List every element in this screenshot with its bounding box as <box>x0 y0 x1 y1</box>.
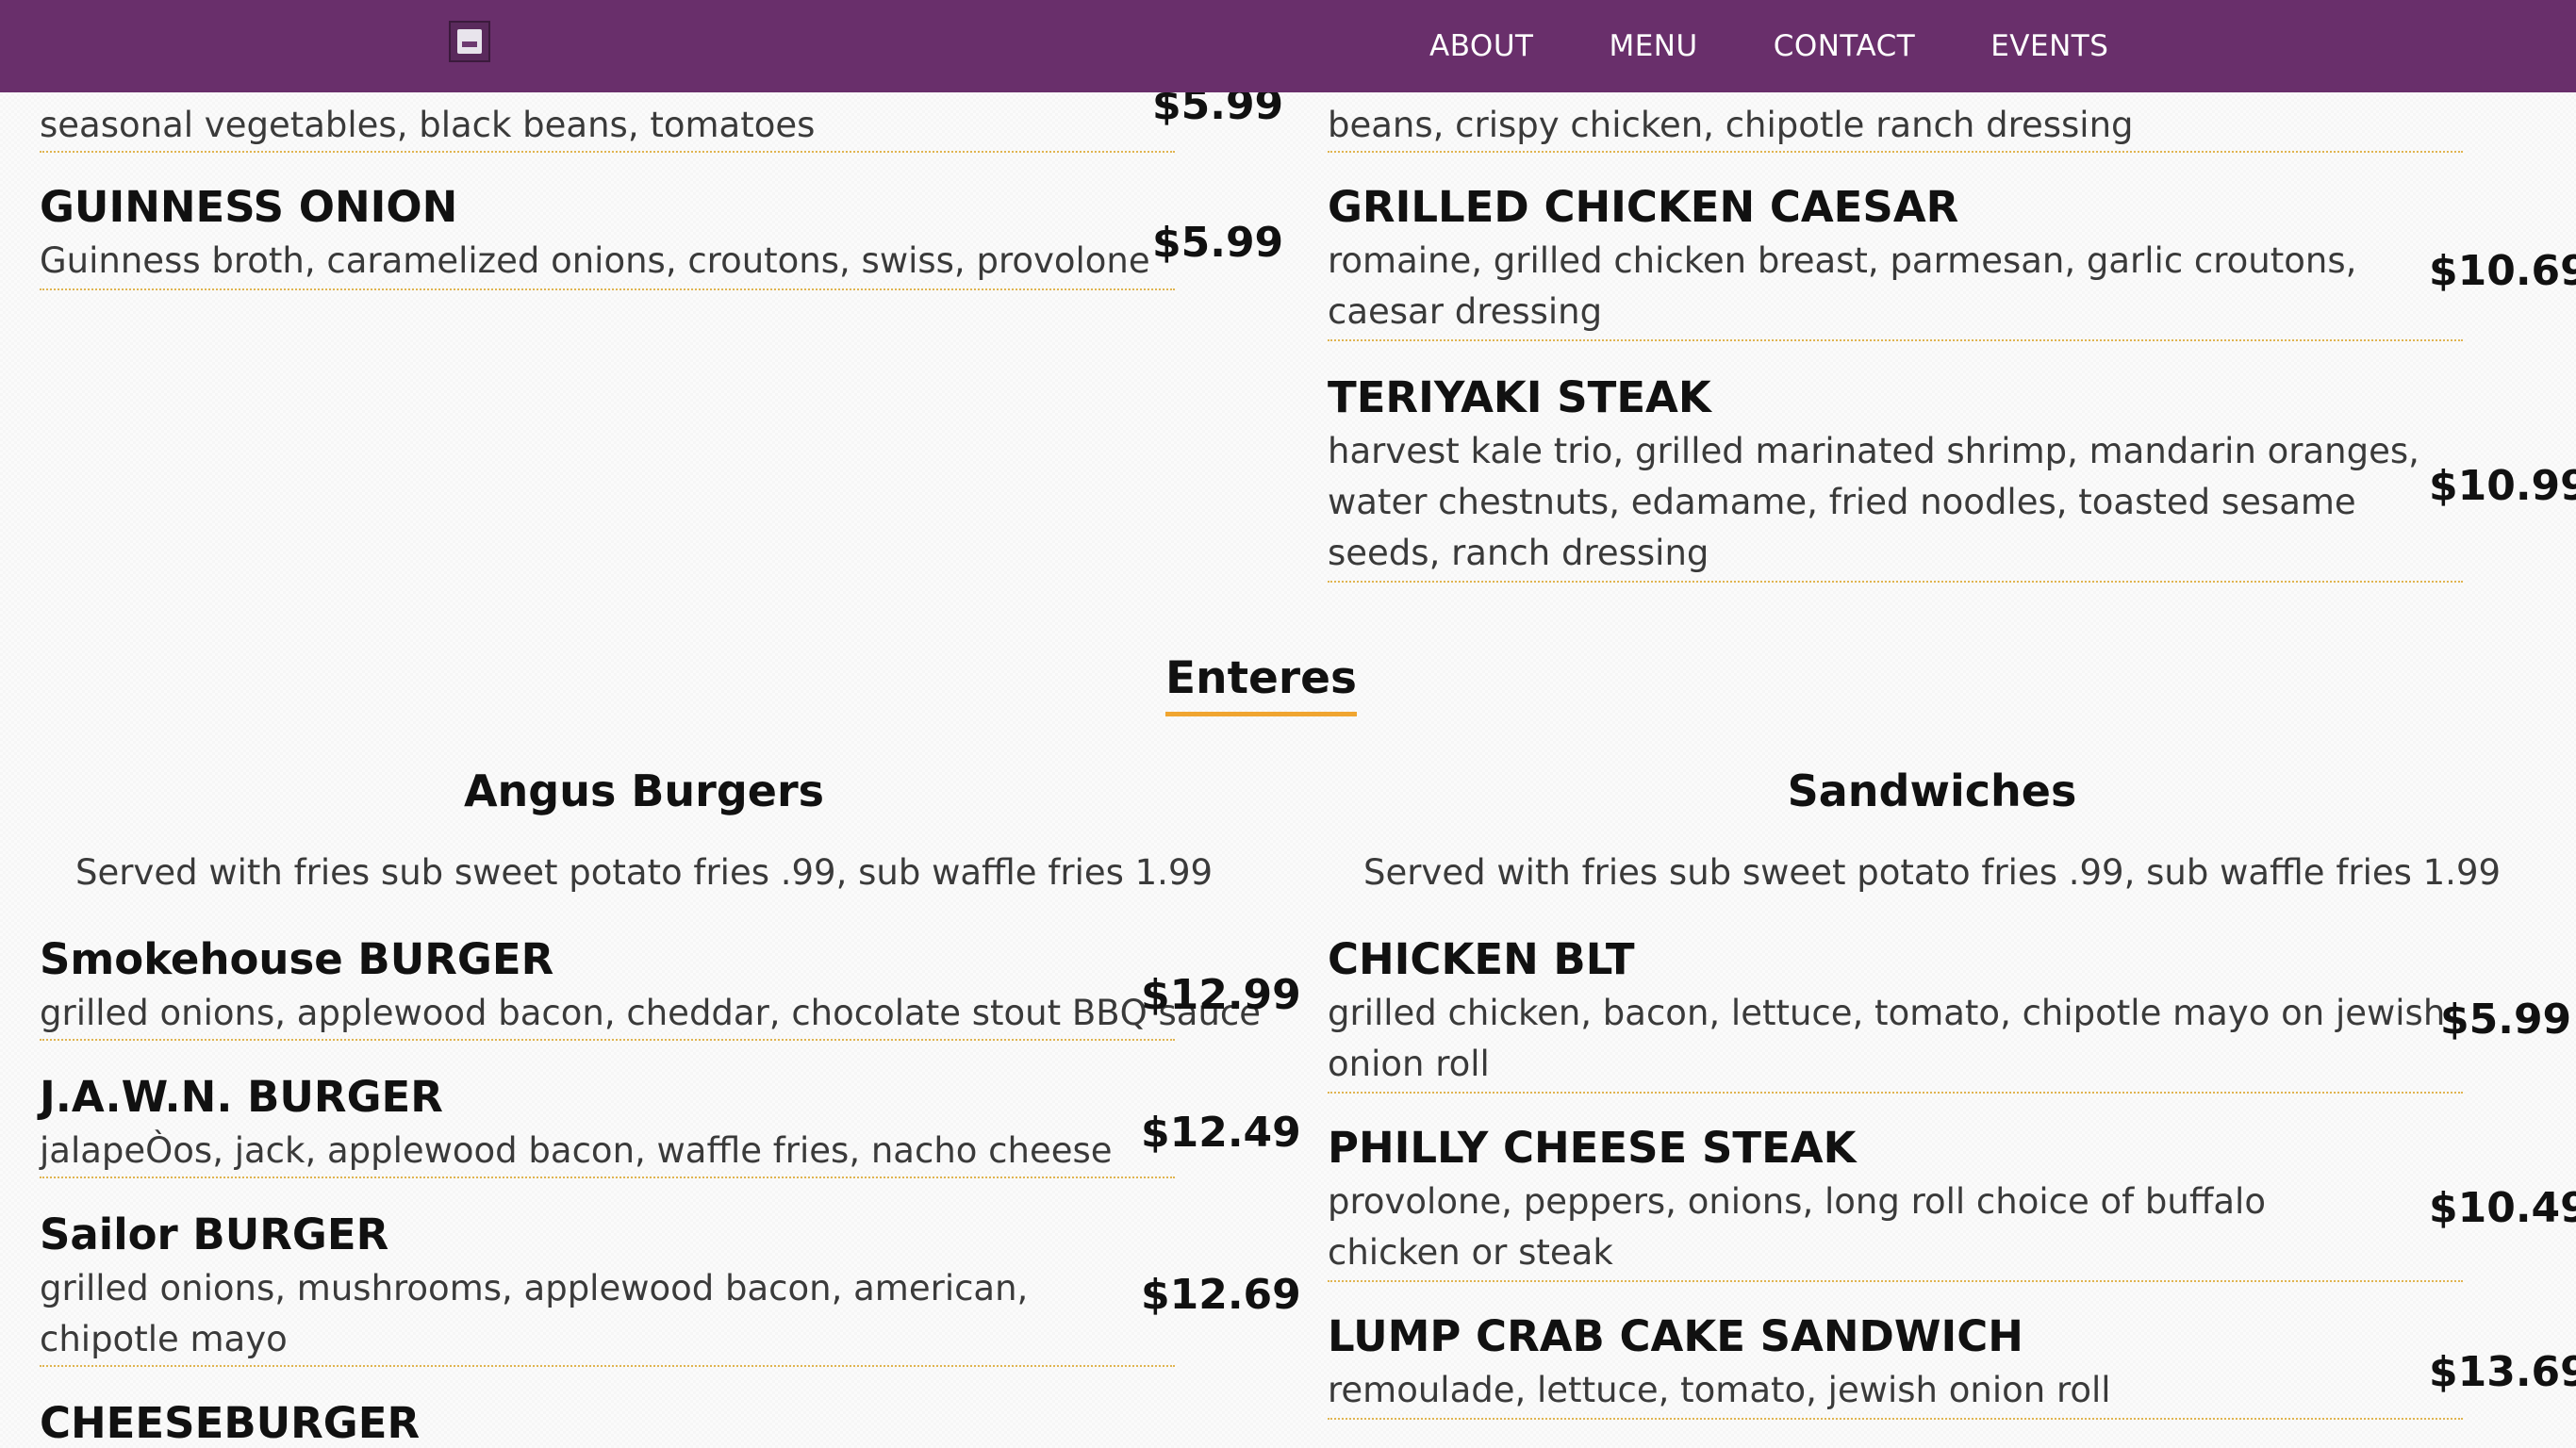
nav-link-events[interactable]: EVENTS <box>1990 29 2108 63</box>
item-name: LUMP CRAB CAKE SANDWICH <box>1328 1311 2023 1361</box>
nav-link-contact[interactable]: CONTACT <box>1774 29 1916 63</box>
item-price: $12.99 <box>1141 971 1301 1019</box>
item-name: GRILLED CHICKEN CAESAR <box>1328 182 1959 232</box>
item-price: $13.69 <box>2429 1348 2576 1396</box>
item-price: $5.99 <box>1152 219 1284 267</box>
menu-item-jawn-burger: J.A.W.N. BURGER jalapeÒos, jack, applewo… <box>40 1069 1175 1178</box>
menu-item-sailor-burger: Sailor BURGER grilled onions, mushrooms,… <box>40 1207 1175 1367</box>
item-description: romaine, grilled chicken breast, parmesa… <box>1328 240 2357 332</box>
item-name: Sailor BURGER <box>40 1209 389 1259</box>
item-description: jalapeÒos, jack, applewood bacon, waffle… <box>40 1130 1113 1171</box>
menu-item-partial-right: beans, crispy chicken, chipotle ranch dr… <box>1328 100 2463 153</box>
item-price: $10.69 <box>2429 247 2576 295</box>
item-price: $5.99 <box>2440 996 2572 1044</box>
category-note-sandwiches: Served with fries sub sweet potato fries… <box>1362 852 2502 893</box>
item-name: CHICKEN BLT <box>1328 934 1635 984</box>
item-description: grilled chicken, bacon, lettuce, tomato,… <box>1328 993 2446 1084</box>
category-title-burgers: Angus Burgers <box>463 765 825 816</box>
menu-item-teriyaki-steak: TERIYAKI STEAK harvest kale trio, grille… <box>1328 370 2463 583</box>
menu-item-chicken-blt: CHICKEN BLT grilled chicken, bacon, lett… <box>1328 931 2463 1094</box>
menu-item-smokehouse-burger: Smokehouse BURGER grilled onions, applew… <box>40 931 1262 1041</box>
nav-link-about[interactable]: ABOUT <box>1429 29 1533 63</box>
section-title-entrees: Enteres <box>1165 652 1357 716</box>
item-name: J.A.W.N. BURGER <box>40 1072 443 1122</box>
nav-link-menu[interactable]: MENU <box>1609 29 1697 63</box>
menu-item-grilled-chicken-caesar: GRILLED CHICKEN CAESAR romaine, grilled … <box>1328 179 2463 341</box>
menu-item-lump-crab-cake-sandwich: LUMP CRAB CAKE SANDWICH remoulade, lettu… <box>1328 1308 2463 1420</box>
menu-item-philly-cheese-steak: PHILLY CHEESE STEAK provolone, peppers, … <box>1328 1120 2463 1282</box>
item-description: grilled onions, applewood bacon, cheddar… <box>40 993 1262 1033</box>
item-name: CHEESEBURGER <box>40 1398 421 1448</box>
item-name: Smokehouse BURGER <box>40 934 554 984</box>
item-price: $10.99 <box>2429 462 2576 510</box>
item-price: $12.49 <box>1141 1109 1301 1157</box>
item-name: GUINNESS ONION <box>40 182 458 232</box>
item-description: beans, crispy chicken, chipotle ranch dr… <box>1328 105 2134 145</box>
menu-item-guinness-onion: GUINNESS ONION Guinness broth, carameliz… <box>40 179 1175 290</box>
category-title-sandwiches: Sandwiches <box>1787 765 2077 816</box>
item-description: remoulade, lettuce, tomato, jewish onion… <box>1328 1370 2111 1410</box>
nav-links: ABOUT MENU CONTACT EVENTS <box>1429 0 2184 92</box>
menu-item-partial-left: seasonal vegetables, black beans, tomato… <box>40 100 1175 153</box>
menu-page: seasonal vegetables, black beans, tomato… <box>0 0 2576 1448</box>
item-name: PHILLY CHEESE STEAK <box>1328 1123 1857 1173</box>
item-name: TERIYAKI STEAK <box>1328 372 1711 422</box>
item-description: grilled onions, mushrooms, applewood bac… <box>40 1268 1029 1359</box>
item-description: seasonal vegetables, black beans, tomato… <box>40 105 816 145</box>
top-navbar: ABOUT MENU CONTACT EVENTS <box>0 0 2576 92</box>
item-description: Guinness broth, caramelized onions, crou… <box>40 240 1150 281</box>
item-price: $10.49 <box>2429 1184 2576 1232</box>
category-note-burgers: Served with fries sub sweet potato fries… <box>74 852 1214 893</box>
menu-item-cheeseburger: CHEESEBURGER <box>40 1395 1175 1448</box>
item-description: harvest kale trio, grilled marinated shr… <box>1328 431 2419 573</box>
item-price: $12.69 <box>1141 1271 1301 1319</box>
site-logo-icon[interactable] <box>449 21 490 62</box>
item-description: provolone, peppers, onions, long roll ch… <box>1328 1181 2266 1273</box>
